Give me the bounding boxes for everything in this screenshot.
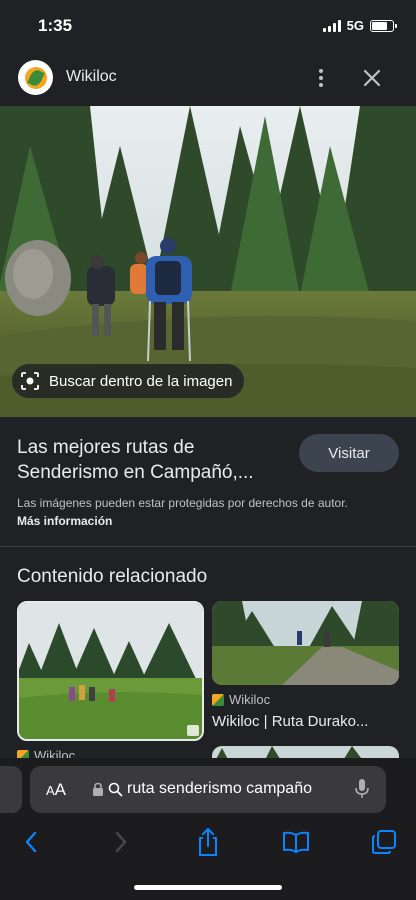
home-indicator: [134, 885, 282, 890]
related-card-image[interactable]: [17, 601, 204, 741]
back-button[interactable]: [16, 827, 46, 857]
book-icon: [283, 831, 309, 853]
battery-icon: [370, 19, 397, 32]
tabs-icon: [372, 830, 396, 854]
close-icon: [363, 69, 381, 87]
browser-toolbar: AA ruta senderismo campaño: [0, 758, 416, 900]
status-indicators: 5G: [322, 18, 397, 33]
result-title[interactable]: Las mejores rutas de Senderismo en Campa…: [17, 435, 287, 485]
microphone-button[interactable]: [354, 778, 370, 805]
site-logo[interactable]: [18, 60, 53, 95]
wikiloc-favicon-icon: [212, 693, 224, 706]
microphone-icon: [355, 779, 369, 798]
forest-trail-image: [212, 601, 399, 685]
text-size-small-label: A: [46, 783, 55, 798]
visit-button[interactable]: Visitar: [299, 434, 399, 472]
more-info-link[interactable]: Más información: [17, 514, 112, 528]
related-card-title[interactable]: Wikiloc | Ruta Durako...: [212, 713, 402, 730]
more-options-button[interactable]: [308, 64, 334, 92]
copyright-notice: Las imágenes pueden estar protegidas por…: [17, 494, 357, 530]
copyright-text: Las imágenes pueden estar protegidas por…: [17, 496, 348, 510]
bookmarks-button[interactable]: [281, 827, 311, 857]
signal-icon: [322, 19, 341, 32]
navigation-row: [0, 825, 416, 859]
source-label: Wikiloc: [229, 692, 271, 707]
site-name[interactable]: Wikiloc: [66, 68, 117, 86]
url-display[interactable]: ruta senderismo campaño: [92, 780, 312, 798]
lens-icon: [21, 372, 39, 390]
address-bar[interactable]: AA ruta senderismo campaño: [30, 766, 386, 813]
search-in-image-label: Buscar dentro de la imagen: [49, 372, 233, 390]
close-button[interactable]: [358, 64, 386, 92]
status-bar: 1:35 5G: [0, 0, 416, 52]
text-size-large-label: A: [54, 780, 67, 799]
forward-button[interactable]: [106, 827, 136, 857]
share-icon: [199, 828, 217, 856]
url-text: ruta senderismo campaño: [127, 780, 312, 797]
chevron-right-icon: [115, 831, 127, 853]
lock-icon: [93, 782, 103, 796]
status-time: 1:35: [38, 16, 73, 35]
previous-tab[interactable]: [0, 766, 22, 813]
tabs-button[interactable]: [369, 827, 399, 857]
share-button[interactable]: [193, 827, 223, 857]
hikers-meadow-image: [19, 603, 202, 739]
text-size-button[interactable]: AA: [46, 780, 66, 800]
search-icon: [108, 782, 123, 796]
result-info: Las mejores rutas de Senderismo en Campa…: [0, 417, 416, 547]
chevron-left-icon: [25, 831, 37, 853]
related-card-image[interactable]: [212, 601, 399, 685]
related-card-source: Wikiloc: [212, 692, 270, 707]
result-image[interactable]: Buscar dentro de la imagen: [0, 106, 416, 417]
network-type: 5G: [346, 18, 364, 33]
related-heading: Contenido relacionado: [17, 566, 208, 587]
sheet-header: Wikiloc: [0, 52, 416, 106]
search-in-image-button[interactable]: Buscar dentro de la imagen: [12, 364, 245, 398]
